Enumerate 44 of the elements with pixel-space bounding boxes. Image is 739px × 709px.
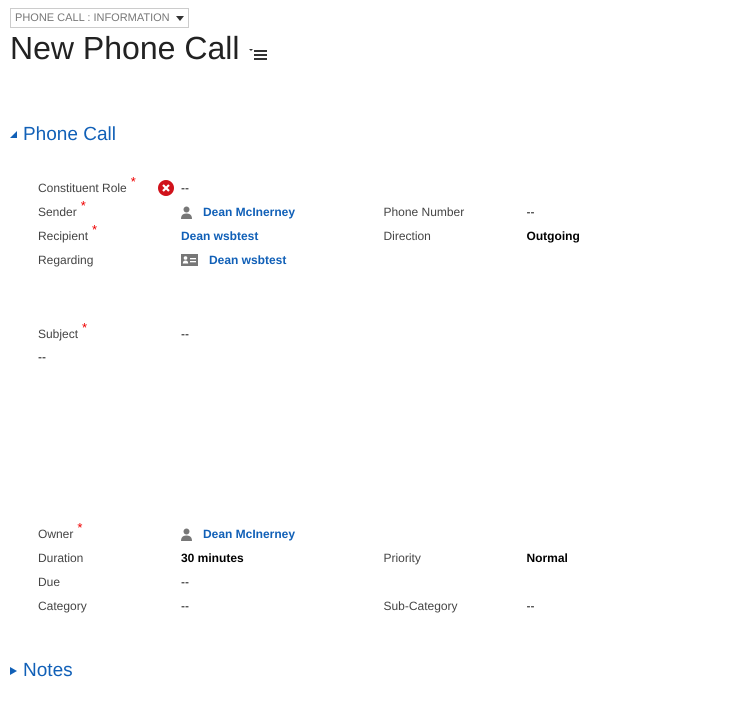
field-value: Outgoing: [526, 228, 580, 245]
field-value: --: [526, 598, 534, 615]
field-label: Category: [38, 598, 87, 615]
field-label: Constituent Role: [38, 180, 127, 197]
field-value: --: [181, 598, 189, 615]
required-mark: *: [77, 521, 82, 534]
person-icon: [181, 206, 192, 218]
caret-icon: [176, 16, 184, 20]
section-header[interactable]: Phone Call: [10, 122, 116, 148]
required-mark: *: [82, 321, 88, 334]
person-icon: [181, 528, 192, 540]
collapse-icon: [10, 131, 17, 139]
contact-card-icon: [181, 254, 198, 266]
lookup-link[interactable]: Dean McInerney: [203, 525, 296, 543]
field-value: --: [181, 326, 189, 343]
field-label: Duration: [38, 550, 84, 567]
field-label: Recipient: [38, 228, 88, 245]
lookup-link[interactable]: Dean wsbtest: [209, 251, 286, 269]
field-label: Priority: [384, 550, 421, 567]
field-value: --: [181, 574, 189, 591]
field-label: Subject: [38, 326, 78, 343]
field-label: Regarding: [38, 252, 94, 269]
page-title: New Phone Call: [10, 29, 240, 68]
lookup-link[interactable]: Dean McInerney: [203, 203, 296, 221]
form-selector[interactable]: PHONE CALL : INFORMATION: [10, 8, 189, 28]
required-mark: *: [130, 175, 136, 188]
field-value: --: [526, 204, 534, 221]
field-label: Owner: [38, 526, 74, 543]
required-mark: *: [92, 223, 98, 236]
section-header[interactable]: Notes: [10, 658, 73, 684]
field-label: Sub-Category: [384, 598, 458, 615]
field-value: Normal: [526, 550, 568, 567]
field-value: --: [181, 180, 189, 197]
menu-icon[interactable]: [249, 48, 268, 60]
lookup-link[interactable]: Dean wsbtest: [181, 227, 258, 245]
description-value: --: [38, 349, 46, 366]
field-label: Phone Number: [384, 204, 464, 221]
field-label: Sender: [38, 204, 77, 221]
field-label: Direction: [384, 228, 431, 245]
expand-icon: [10, 667, 17, 675]
field-value: 30 minutes: [181, 550, 244, 567]
error-icon: [158, 180, 174, 196]
field-label: Due: [38, 574, 60, 591]
required-mark: *: [80, 199, 86, 212]
